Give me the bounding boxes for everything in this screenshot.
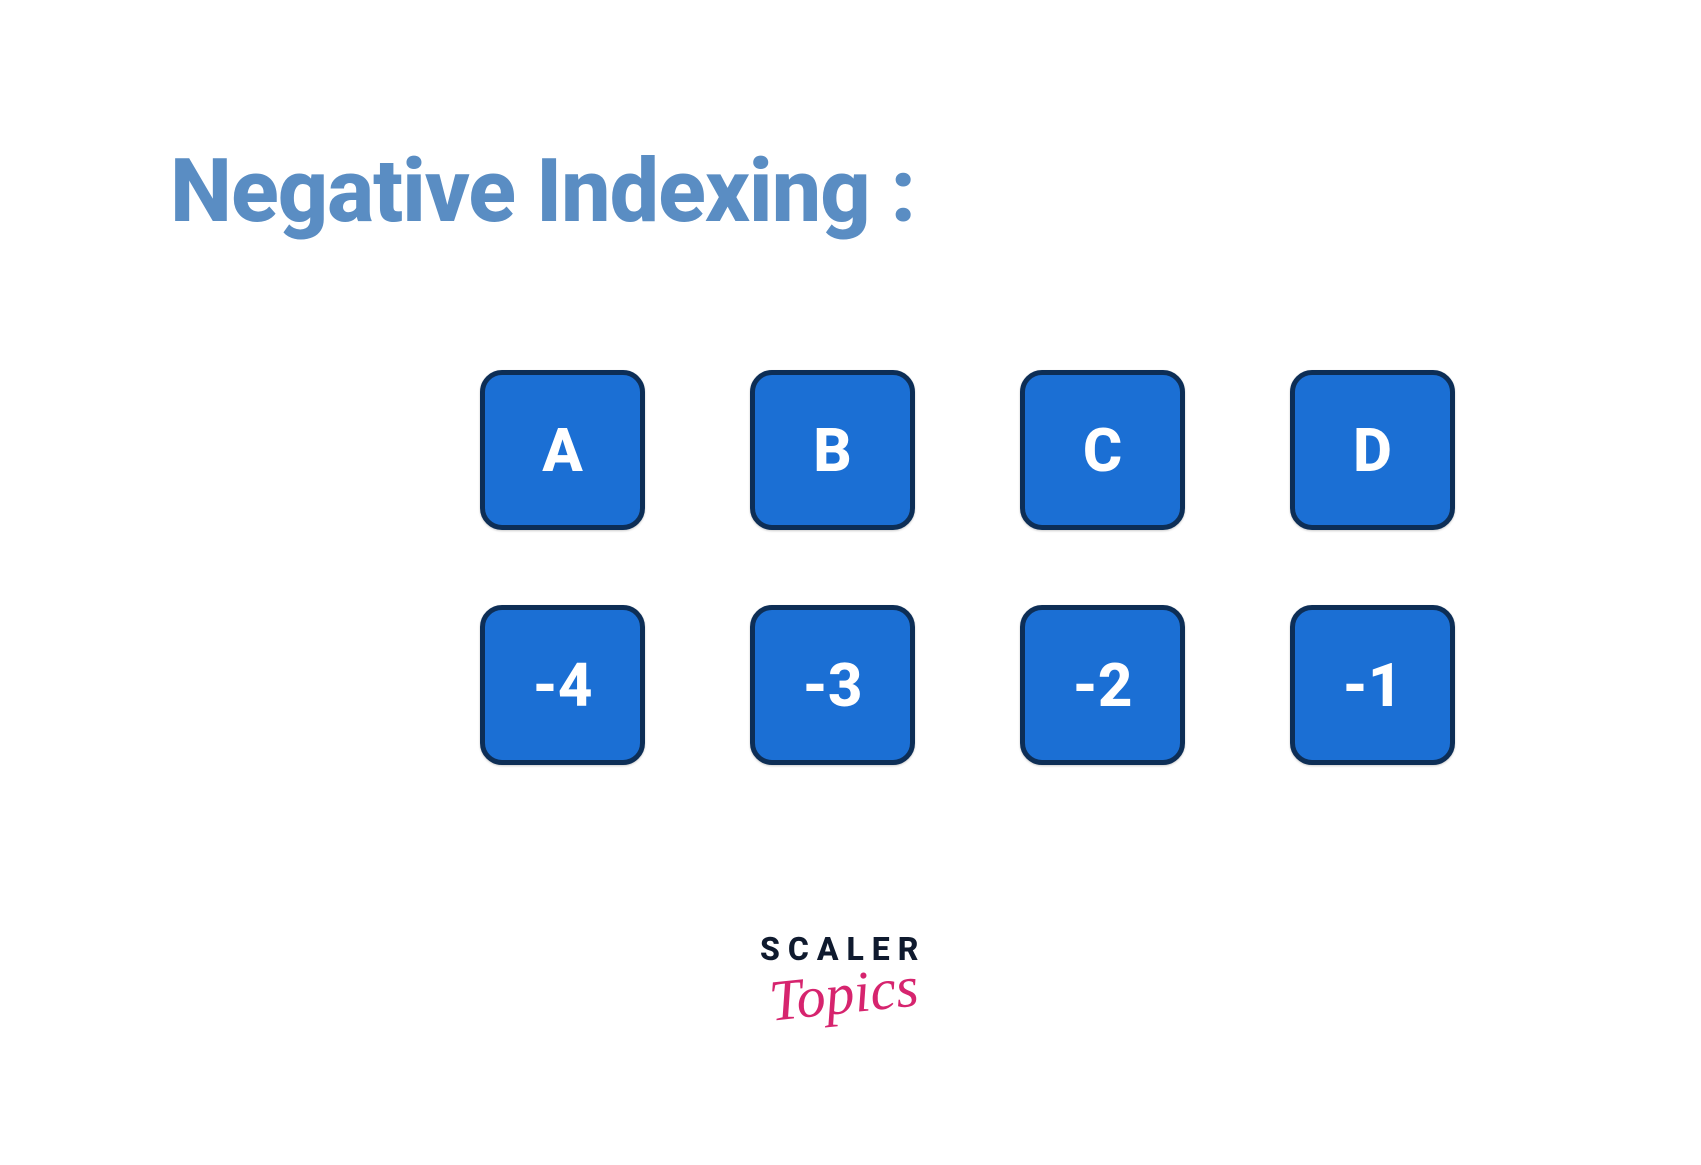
index-tile: -4 bbox=[480, 605, 645, 765]
index-tile: -1 bbox=[1290, 605, 1455, 765]
logo-text-topics: Topics bbox=[765, 952, 921, 1034]
letter-tile: C bbox=[1020, 370, 1185, 530]
letter-tile: D bbox=[1290, 370, 1455, 530]
letter-tile: A bbox=[480, 370, 645, 530]
indices-row: -4 -3 -2 -1 bbox=[480, 605, 1455, 765]
page-title: Negative Indexing : bbox=[170, 140, 915, 243]
letter-tile: B bbox=[750, 370, 915, 530]
scaler-topics-logo: SCALER Topics bbox=[760, 930, 926, 1027]
letters-row: A B C D bbox=[480, 370, 1455, 530]
indexing-diagram: A B C D -4 -3 -2 -1 bbox=[480, 370, 1455, 765]
index-tile: -2 bbox=[1020, 605, 1185, 765]
index-tile: -3 bbox=[750, 605, 915, 765]
